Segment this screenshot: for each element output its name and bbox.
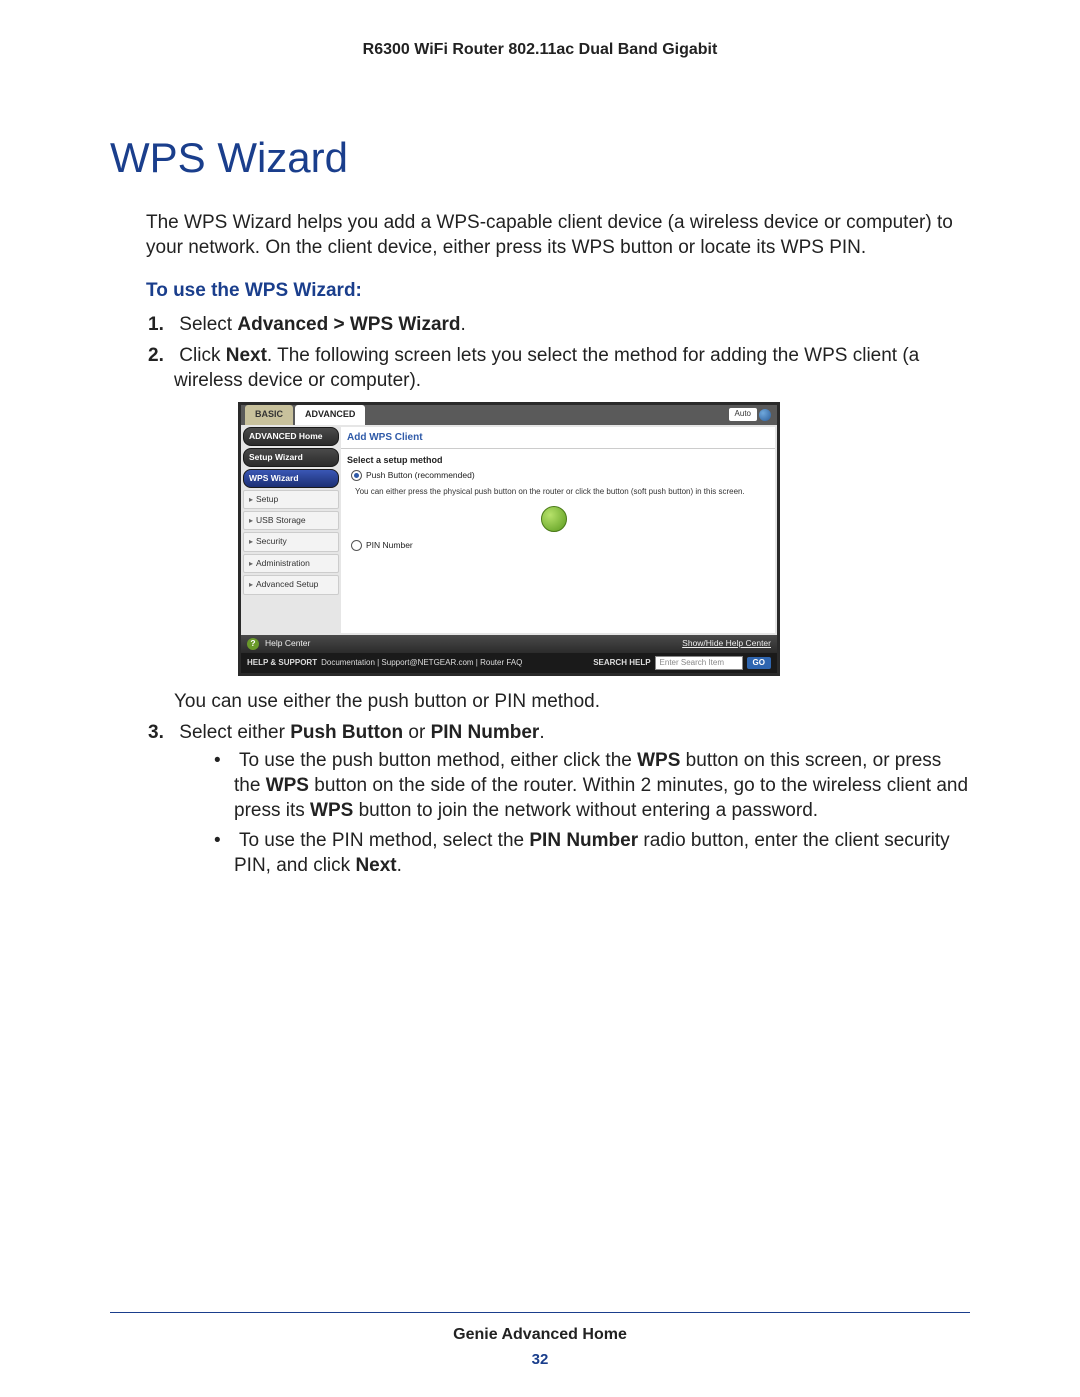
globe-icon: [759, 409, 771, 421]
auto-refresh[interactable]: Auto: [729, 408, 757, 420]
sidebar-item-advanced-setup[interactable]: ▸Advanced Setup: [243, 575, 339, 594]
running-head: R6300 WiFi Router 802.11ac Dual Band Gig…: [110, 40, 970, 61]
footer-title: Genie Advanced Home: [0, 1325, 1080, 1346]
sidebar-item-security[interactable]: ▸Security: [243, 532, 339, 551]
search-help-label: SEARCH HELP: [593, 658, 650, 668]
push-button-note: You can either press the physical push b…: [341, 483, 775, 501]
intro-paragraph: The WPS Wizard helps you add a WPS-capab…: [110, 211, 970, 260]
radio-pin-number[interactable]: [351, 540, 362, 551]
sidebar-item-setup-wizard[interactable]: Setup Wizard: [243, 448, 339, 467]
search-help-input[interactable]: Enter Search Item: [655, 656, 743, 670]
bullet-push-button: To use the push button method, either cl…: [234, 749, 970, 823]
step-3: Select either Push Button or PIN Number.…: [174, 721, 970, 879]
wps-soft-button[interactable]: [541, 506, 567, 532]
after-screenshot-text: You can use either the push button or PI…: [174, 690, 970, 715]
pin-number-label: PIN Number: [366, 540, 413, 551]
support-label: HELP & SUPPORT: [247, 658, 317, 668]
help-icon[interactable]: ?: [247, 638, 259, 650]
go-button[interactable]: GO: [747, 657, 771, 669]
push-button-label: Push Button (recommended): [366, 470, 475, 481]
footer-rule: [110, 1312, 970, 1313]
tab-advanced[interactable]: ADVANCED: [295, 405, 365, 425]
sidebar-item-wps-wizard[interactable]: WPS Wizard: [243, 469, 339, 488]
router-screenshot: BASIC ADVANCED Auto ADVANCED Home Setup …: [238, 402, 780, 676]
bullet-pin: To use the PIN method, select the PIN Nu…: [234, 829, 970, 878]
tab-basic[interactable]: BASIC: [245, 405, 293, 425]
procedure-heading: To use the WPS Wizard:: [146, 279, 970, 304]
support-links[interactable]: Documentation | Support@NETGEAR.com | Ro…: [321, 658, 522, 668]
help-center-label: Help Center: [265, 638, 310, 649]
step-2: Click Next. The following screen lets yo…: [174, 344, 970, 714]
sidebar-item-usb[interactable]: ▸USB Storage: [243, 511, 339, 530]
section-title: WPS Wizard: [110, 131, 970, 186]
step-1: Select Advanced > WPS Wizard.: [174, 313, 970, 338]
sidebar-item-setup[interactable]: ▸Setup: [243, 490, 339, 509]
radio-push-button[interactable]: [351, 470, 362, 481]
help-toggle-link[interactable]: Show/Hide Help Center: [682, 638, 771, 649]
select-method-label: Select a setup method: [341, 449, 775, 469]
page-number: 32: [0, 1350, 1080, 1370]
sidebar-item-advanced-home[interactable]: ADVANCED Home: [243, 427, 339, 446]
sidebar-item-administration[interactable]: ▸Administration: [243, 554, 339, 573]
panel-title: Add WPS Client: [341, 427, 775, 449]
